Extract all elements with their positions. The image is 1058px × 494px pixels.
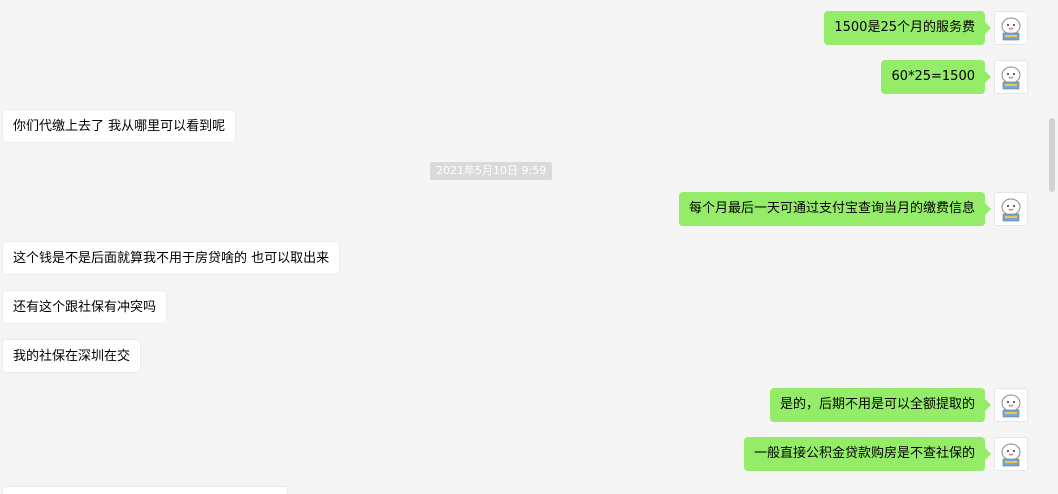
outgoing-message-bubble[interactable]: 每个月最后一天可通过支付宝查询当月的缴费信息 bbox=[678, 192, 992, 226]
message-row: 这个钱是不是后面就算我不用于房贷啥的 也可以取出来 bbox=[0, 241, 1046, 275]
incoming-message-bubble[interactable]: 我的社保在深圳在交 bbox=[2, 339, 142, 373]
message-row: 你们代缴上去了 我从哪里可以看到呢 bbox=[0, 109, 1046, 143]
message-row: 每个月最后一天可通过支付宝查询当月的缴费信息 bbox=[0, 192, 1046, 226]
cartoon-cat-avatar-icon bbox=[1001, 394, 1021, 418]
scrollbar-thumb[interactable] bbox=[1049, 118, 1055, 192]
incoming-message-bubble[interactable]: 这个钱是不是后面就算我不用于房贷啥的 也可以取出来 bbox=[2, 241, 341, 275]
cartoon-cat-avatar-icon bbox=[1001, 66, 1021, 90]
avatar[interactable] bbox=[994, 60, 1028, 94]
outgoing-message-bubble[interactable]: 是的，后期不用是可以全额提取的 bbox=[769, 388, 992, 422]
avatar[interactable] bbox=[994, 192, 1028, 226]
message-row: 1500是25个月的服务费 bbox=[0, 11, 1046, 45]
message-row: 60*25=1500 bbox=[0, 60, 1046, 94]
avatar[interactable] bbox=[994, 11, 1028, 45]
scrollbar[interactable] bbox=[1046, 0, 1058, 494]
message-row: 还有这个跟社保有冲突吗 bbox=[0, 290, 1046, 324]
outgoing-message-bubble[interactable]: 60*25=1500 bbox=[881, 60, 991, 94]
message-timestamp: 2021年5月10日 9:59 bbox=[430, 162, 553, 180]
incoming-message-bubble-partial[interactable] bbox=[2, 486, 288, 494]
outgoing-message-bubble[interactable]: 一般直接公积金贷款购房是不查社保的 bbox=[743, 437, 992, 471]
avatar[interactable] bbox=[994, 437, 1028, 471]
message-row: 我的社保在深圳在交 bbox=[0, 339, 1046, 373]
cartoon-cat-avatar-icon bbox=[1001, 443, 1021, 467]
cartoon-cat-avatar-icon bbox=[1001, 198, 1021, 222]
message-row: 是的，后期不用是可以全额提取的 bbox=[0, 388, 1046, 422]
chat-message-area: 1500是25个月的服务费 60*25=1500 你们代缴上去了 我从哪里可以看… bbox=[0, 0, 1058, 494]
cartoon-cat-avatar-icon bbox=[1001, 17, 1021, 41]
outgoing-message-bubble[interactable]: 1500是25个月的服务费 bbox=[824, 11, 991, 45]
incoming-message-bubble[interactable]: 你们代缴上去了 我从哪里可以看到呢 bbox=[2, 109, 237, 143]
incoming-message-bubble[interactable]: 还有这个跟社保有冲突吗 bbox=[2, 290, 168, 324]
avatar[interactable] bbox=[994, 388, 1028, 422]
message-row: 一般直接公积金贷款购房是不查社保的 bbox=[0, 437, 1046, 471]
